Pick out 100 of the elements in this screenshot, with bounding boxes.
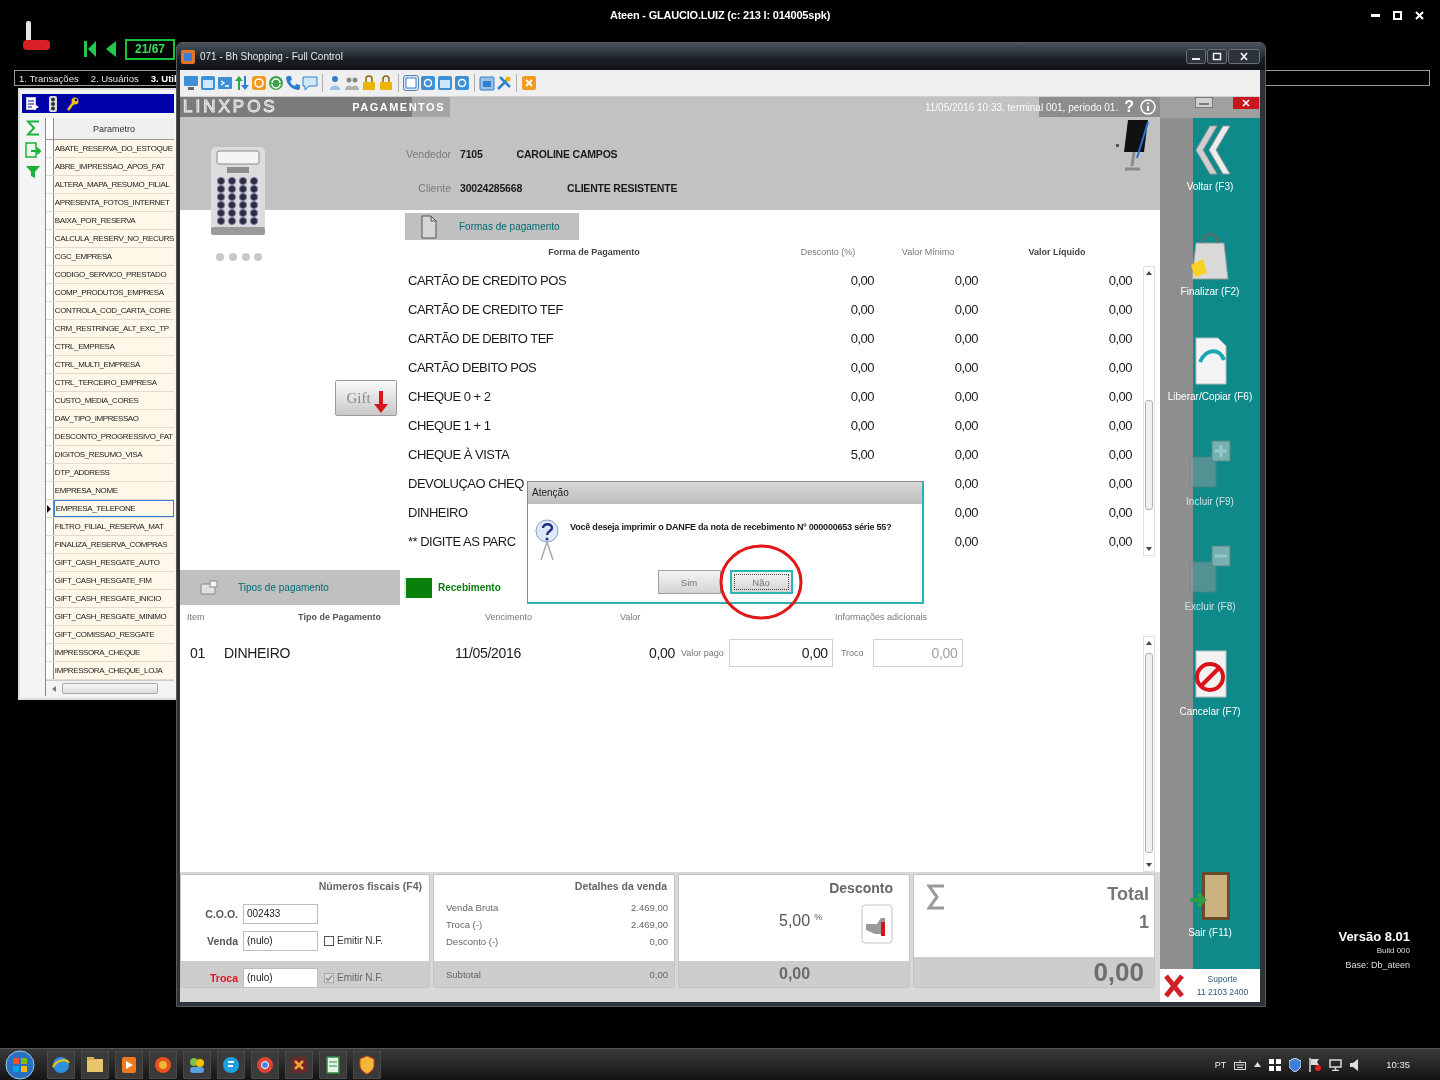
parameter-cell[interactable]: CONTROLA_COD_CARTA_CORE [53, 302, 174, 319]
parameter-cell[interactable]: CTRL_MULTI_EMPRESA [53, 356, 174, 373]
clock[interactable]: 10:35 [1386, 1059, 1410, 1070]
parameter-cell[interactable]: EMPRESA_TELEFONE [53, 500, 174, 517]
panel-icon[interactable] [479, 75, 495, 91]
parameter-cell[interactable]: DESCONTO_PROGRESSIVO_FAT [53, 428, 174, 445]
info-icon[interactable] [1140, 99, 1156, 115]
parameter-cell[interactable]: ABRE_IMPRESSAO_APOS_FAT [53, 158, 174, 175]
checkbox[interactable] [324, 935, 334, 946]
volume-icon[interactable] [1350, 1058, 1359, 1071]
people-icon[interactable] [183, 1050, 211, 1079]
section-tab[interactable]: Tipos de pagamento [180, 570, 400, 605]
shield-icon[interactable] [353, 1050, 381, 1079]
scroll-thumb[interactable] [1145, 400, 1153, 510]
parameter-cell[interactable]: COMP_PRODUTOS_EMPRESA [53, 284, 174, 301]
menu-item[interactable]: 1. Transações [19, 72, 79, 84]
parameter-cell[interactable]: FINALIZA_RESERVA_COMPRAS [53, 536, 174, 553]
caret-icon[interactable] [1254, 1062, 1262, 1067]
sync-icon[interactable] [268, 75, 284, 91]
scroll-up-icon[interactable] [1146, 641, 1152, 645]
close-icon[interactable] [1228, 49, 1260, 64]
maximize-icon[interactable] [1207, 49, 1227, 64]
cancel-button[interactable]: Cancelar (F7) [1160, 643, 1260, 748]
first-record-icon[interactable] [84, 41, 96, 57]
finish-button[interactable]: Finalizar (F2) [1160, 223, 1260, 328]
keyboard-icon[interactable] [1234, 1059, 1247, 1070]
form-icon[interactable] [26, 96, 39, 111]
filter-icon[interactable] [26, 166, 41, 178]
scroll-thumb[interactable] [61, 683, 158, 694]
parameter-cell[interactable]: APRESENTA_FOTOS_INTERNET [53, 194, 174, 211]
grid-icon[interactable] [1269, 1058, 1282, 1071]
copy-button[interactable]: Liberar/Copiar (F6) [1160, 328, 1260, 433]
minimize-icon[interactable] [1186, 49, 1206, 64]
parameter-cell[interactable]: GIFT_COMISSAO_RESGATE [53, 626, 174, 643]
tools-icon[interactable] [496, 75, 512, 91]
play-icon[interactable] [115, 1050, 143, 1079]
parameter-cell[interactable]: GIFT_CASH_RESGATE_AUTO [53, 554, 174, 571]
wheel-icon[interactable] [251, 1050, 279, 1079]
parameter-cell[interactable]: BAIXA_POR_RESERVA [53, 212, 174, 229]
parameter-cell[interactable]: CTRL_TERCEIRO_EMPRESA [53, 374, 174, 391]
window-icon[interactable] [403, 75, 419, 91]
parameter-cell[interactable]: CRM_RESTRINGE_ALT_EXC_TP [53, 320, 174, 337]
flag-alert-icon[interactable] [1309, 1057, 1322, 1072]
monitor-icon[interactable] [183, 75, 199, 91]
phone-icon[interactable] [285, 75, 301, 91]
lock-icon[interactable] [378, 75, 394, 91]
sheet-icon[interactable] [319, 1050, 347, 1079]
wrench-icon[interactable] [67, 96, 79, 111]
scroll-up-icon[interactable] [1146, 271, 1152, 275]
dialog-button[interactable]: Não [729, 570, 793, 594]
lock-icon[interactable] [361, 75, 377, 91]
hand-card-icon[interactable] [861, 904, 893, 944]
parameter-cell[interactable]: DIGITOS_RESUMO_VISA [53, 446, 174, 463]
minimize-icon[interactable] [1371, 13, 1380, 17]
parameter-cell[interactable]: CTRL_EMPRESA [53, 338, 174, 355]
parameter-cell[interactable]: CODIGO_SERVICO_PRESTADO [53, 266, 174, 283]
folder-icon[interactable] [81, 1050, 109, 1079]
scroll-left-icon[interactable] [51, 685, 56, 692]
back-button[interactable]: Voltar (F3) [1160, 118, 1260, 223]
scroll-thumb[interactable] [1145, 653, 1153, 853]
parameter-cell[interactable]: GIFT_CASH_RESGATE_MINIMO [53, 608, 174, 625]
menu-item[interactable]: 2. Usuários [90, 72, 139, 84]
start-button[interactable] [5, 1049, 35, 1080]
input-field[interactable]: 002433 [243, 903, 318, 924]
input-field[interactable]: (nulo) [243, 930, 318, 951]
input-field[interactable]: 0,00 [728, 639, 833, 667]
parameter-cell[interactable]: IMPRESSORA_CHEQUE [53, 644, 174, 661]
parameter-cell[interactable]: DAV_TIPO_IMPRESSAO [53, 410, 174, 427]
parameter-cell[interactable]: IMPRESSORA_CHEQUE_LOJA [53, 662, 174, 679]
chat-icon[interactable] [217, 1050, 245, 1079]
vertical-scrollbar[interactable] [1143, 636, 1155, 872]
menu-item[interactable]: 3. Util [150, 72, 177, 84]
parameter-cell[interactable]: DTP_ADDRESS [53, 464, 174, 481]
scroll-down-icon[interactable] [1146, 863, 1152, 867]
parameter-cell[interactable]: CALCULA_RESERV_NO_RECURS [53, 230, 174, 247]
parameter-cell[interactable]: ALTERA_MAPA_RESUMO_FILIAL [53, 176, 174, 193]
horizontal-scrollbar[interactable] [45, 680, 174, 696]
section-tab[interactable]: Formas de pagamento [405, 213, 579, 240]
dialog-button[interactable]: Sim [657, 570, 721, 594]
globe-icon[interactable] [47, 1050, 75, 1079]
parameter-cell[interactable]: GIFT_CASH_RESGATE_INICIO [53, 590, 174, 607]
vertical-scrollbar[interactable] [1143, 266, 1155, 556]
parameter-cell[interactable]: ABATE_RESERVA_DO_ESTOQUE [53, 140, 174, 157]
person-icon[interactable] [327, 75, 343, 91]
parameter-cell[interactable]: CUSTO_MEDIA_CORES [53, 392, 174, 409]
traffic-light-icon[interactable] [48, 95, 58, 112]
parameter-cell[interactable]: CGC_EMPRESA [53, 248, 174, 265]
parameter-cell[interactable]: GIFT_CASH_RESGATE_FIM [53, 572, 174, 589]
swap-icon[interactable] [234, 75, 250, 91]
parameter-cell[interactable]: FILTRO_FILIAL_RESERVA_MAT [53, 518, 174, 535]
window-icon[interactable] [437, 75, 453, 91]
terminal-icon[interactable] [217, 75, 233, 91]
previous-record-icon[interactable] [106, 41, 116, 57]
target-icon[interactable] [454, 75, 470, 91]
window-icon[interactable] [200, 75, 216, 91]
language-indicator[interactable]: PT [1214, 1059, 1227, 1070]
scroll-down-icon[interactable] [1146, 547, 1152, 551]
export-icon[interactable] [25, 142, 42, 160]
exit-button[interactable]: Sair (F11) [1160, 864, 1260, 969]
target-icon[interactable] [420, 75, 436, 91]
